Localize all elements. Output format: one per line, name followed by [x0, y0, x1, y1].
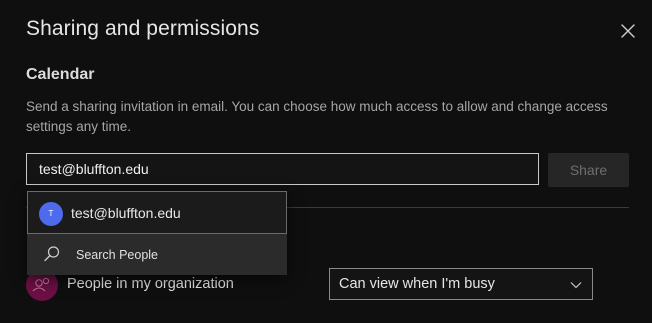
people-suggestions-dropdown: T test@bluffton.edu Search People — [27, 191, 287, 275]
close-button[interactable] — [616, 19, 640, 43]
suggestion-item[interactable]: T test@bluffton.edu — [27, 191, 287, 234]
sharing-dialog: Sharing and permissions Calendar Send a … — [0, 0, 652, 323]
dialog-title: Sharing and permissions — [26, 17, 260, 40]
share-button[interactable]: Share — [548, 153, 629, 187]
permission-level-dropdown[interactable]: Can view when I'm busy — [329, 268, 593, 300]
avatar: T — [39, 202, 63, 226]
invite-email-input[interactable]: test@bluffton.edu — [26, 153, 539, 185]
search-icon — [44, 246, 60, 262]
permission-level-value: Can view when I'm busy — [339, 276, 495, 292]
close-icon — [621, 24, 635, 38]
search-people-option[interactable]: Search People — [27, 234, 287, 275]
permission-row-label: People in my organization — [67, 276, 234, 292]
chevron-down-icon — [570, 282, 582, 289]
calendar-heading: Calendar — [26, 66, 95, 83]
sharing-description: Send a sharing invitation in email. You … — [26, 99, 608, 134]
search-people-label: Search People — [76, 248, 159, 262]
suggestion-email: test@bluffton.edu — [71, 205, 181, 221]
